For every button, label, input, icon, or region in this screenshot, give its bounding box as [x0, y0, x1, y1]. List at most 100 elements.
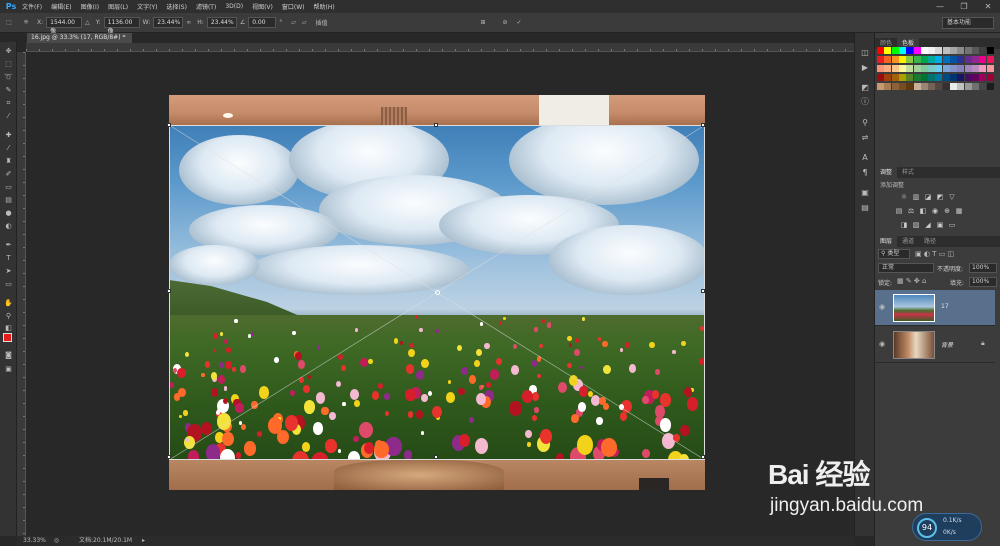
menu-image[interactable]: 图像(I) — [81, 2, 99, 11]
document-image[interactable] — [167, 95, 705, 490]
zoom-level[interactable]: 33.33% — [23, 537, 46, 544]
color-swatch[interactable] — [877, 65, 884, 72]
color-swatch[interactable] — [971, 74, 979, 81]
menu-layer[interactable]: 图层(L) — [108, 2, 128, 11]
color-swatch[interactable] — [942, 56, 950, 63]
color-swatch[interactable] — [898, 83, 906, 90]
color-swatch[interactable] — [950, 47, 957, 54]
color-swatch[interactable] — [986, 65, 994, 72]
color-swatch[interactable] — [906, 74, 914, 81]
skew-v-icon[interactable]: ▱ — [302, 19, 307, 26]
eraser-tool-icon[interactable]: ▭ — [3, 182, 14, 192]
color-swatch[interactable] — [906, 83, 914, 90]
link-icon[interactable]: ∞ — [186, 19, 191, 26]
color-swatch[interactable] — [971, 47, 979, 54]
color-swatch[interactable] — [913, 74, 921, 81]
curves-adj-icon[interactable]: ◪ — [924, 193, 932, 201]
hue-adj-icon[interactable]: ▤ — [895, 207, 903, 215]
layer-filter-icons[interactable]: ▣ ◐ T ▭ ◫ — [915, 250, 954, 258]
brightness-adj-icon[interactable]: ☼ — [900, 193, 908, 201]
color-swatch[interactable] — [935, 83, 943, 90]
navigator-panel-icon[interactable]: ◩ — [859, 83, 871, 93]
color-swatch[interactable] — [891, 74, 899, 81]
bw-adj-icon[interactable]: ◧ — [919, 207, 927, 215]
color-swatch[interactable] — [935, 65, 943, 72]
menu-type[interactable]: 文字(Y) — [137, 2, 157, 11]
canvas-area[interactable] — [26, 52, 854, 536]
color-swatch[interactable] — [964, 74, 972, 81]
layer-row-17[interactable]: ◉ 17 — [875, 290, 995, 326]
visibility-eye-icon[interactable]: ◉ — [879, 340, 885, 348]
menu-view[interactable]: 视图(V) — [252, 2, 273, 11]
quick-select-tool-icon[interactable]: ✎ — [3, 85, 14, 95]
crop-tool-icon[interactable]: ⌗ — [3, 98, 14, 108]
healing-tool-icon[interactable]: ✚ — [3, 130, 14, 140]
menu-filter[interactable]: 滤镜(T) — [196, 2, 216, 11]
color-swatch[interactable] — [928, 56, 936, 63]
swatches-grid[interactable] — [877, 47, 995, 93]
angle-field[interactable]: 0.00 — [248, 17, 277, 28]
color-swatch[interactable] — [920, 74, 928, 81]
character-panel-icon[interactable]: A — [859, 153, 871, 163]
transform-center-point[interactable] — [435, 290, 440, 295]
color-swatch[interactable] — [986, 83, 994, 90]
y-field[interactable]: 1136.00 像 — [103, 17, 140, 35]
color-swatch[interactable] — [884, 56, 892, 63]
blur-tool-icon[interactable]: ● — [3, 208, 14, 218]
color-swatch[interactable] — [884, 83, 892, 90]
skew-h-icon[interactable]: ▱ — [291, 19, 296, 26]
fill-field[interactable]: 100% — [969, 277, 997, 287]
opacity-field[interactable]: 100% — [969, 263, 997, 273]
color-swatch[interactable] — [877, 56, 884, 63]
default-colors-icon[interactable]: ◧ — [3, 323, 14, 333]
transform-handle-br[interactable] — [701, 455, 705, 459]
layer-name[interactable]: 背景 — [941, 340, 953, 349]
color-swatch[interactable] — [957, 74, 965, 81]
menu-3d[interactable]: 3D(D) — [225, 3, 243, 10]
screen-mode-icon[interactable]: ▣ — [3, 364, 14, 374]
color-swatch[interactable] — [913, 56, 921, 63]
color-swatch[interactable] — [986, 56, 994, 63]
color-swatch[interactable] — [884, 47, 892, 54]
quick-mask-icon[interactable]: ◙ — [3, 350, 14, 360]
color-swatch[interactable] — [957, 47, 965, 54]
color-swatch[interactable] — [913, 65, 921, 72]
menu-select[interactable]: 选择(S) — [166, 2, 187, 11]
color-swatch[interactable] — [986, 47, 994, 54]
status-menu-arrow-icon[interactable]: ▸ — [142, 537, 145, 544]
color-swatch[interactable] — [898, 56, 906, 63]
color-swatch[interactable] — [957, 65, 965, 72]
color-swatch[interactable] — [964, 83, 972, 90]
properties-panel-icon[interactable]: ⇌ — [859, 133, 871, 143]
gradient-map-adj-icon[interactable]: ▭ — [948, 221, 956, 229]
blend-mode-select[interactable]: 正常 — [878, 263, 934, 273]
brush-panel-icon[interactable]: ⚲ — [859, 118, 871, 128]
color-swatch[interactable] — [957, 83, 965, 90]
color-swatch[interactable] — [979, 83, 987, 90]
restore-button[interactable]: ❐ — [952, 0, 976, 13]
tab-channels[interactable]: 通道 — [897, 236, 919, 247]
cancel-transform-icon[interactable]: ⊘ — [503, 19, 508, 26]
invert-adj-icon[interactable]: ◨ — [900, 221, 908, 229]
color-swatch[interactable] — [913, 47, 921, 54]
layer-name[interactable]: 17 — [941, 303, 949, 310]
minimize-button[interactable]: — — [928, 0, 952, 13]
color-swatch[interactable] — [971, 65, 979, 72]
color-swatch[interactable] — [950, 56, 957, 63]
lasso-tool-icon[interactable]: ➰ — [3, 72, 14, 82]
color-swatch[interactable] — [891, 56, 899, 63]
warp-icon[interactable]: ⊞ — [480, 19, 485, 26]
color-swatch[interactable] — [913, 83, 921, 90]
transform-handle-tr[interactable] — [701, 123, 705, 127]
color-swatch[interactable] — [877, 74, 884, 81]
color-swatch[interactable] — [942, 65, 950, 72]
color-swatch[interactable] — [979, 47, 987, 54]
brush-tool-icon[interactable]: ⁄ — [3, 143, 14, 153]
tab-styles[interactable]: 样式 — [897, 167, 919, 178]
color-swatch[interactable] — [928, 83, 936, 90]
color-swatch[interactable] — [877, 47, 884, 54]
zoom-tool-icon[interactable]: ⚲ — [3, 311, 14, 321]
posterize-adj-icon[interactable]: ▧ — [912, 221, 920, 229]
color-swatch[interactable] — [928, 47, 936, 54]
marquee-tool-icon[interactable]: ⬚ — [3, 59, 14, 69]
